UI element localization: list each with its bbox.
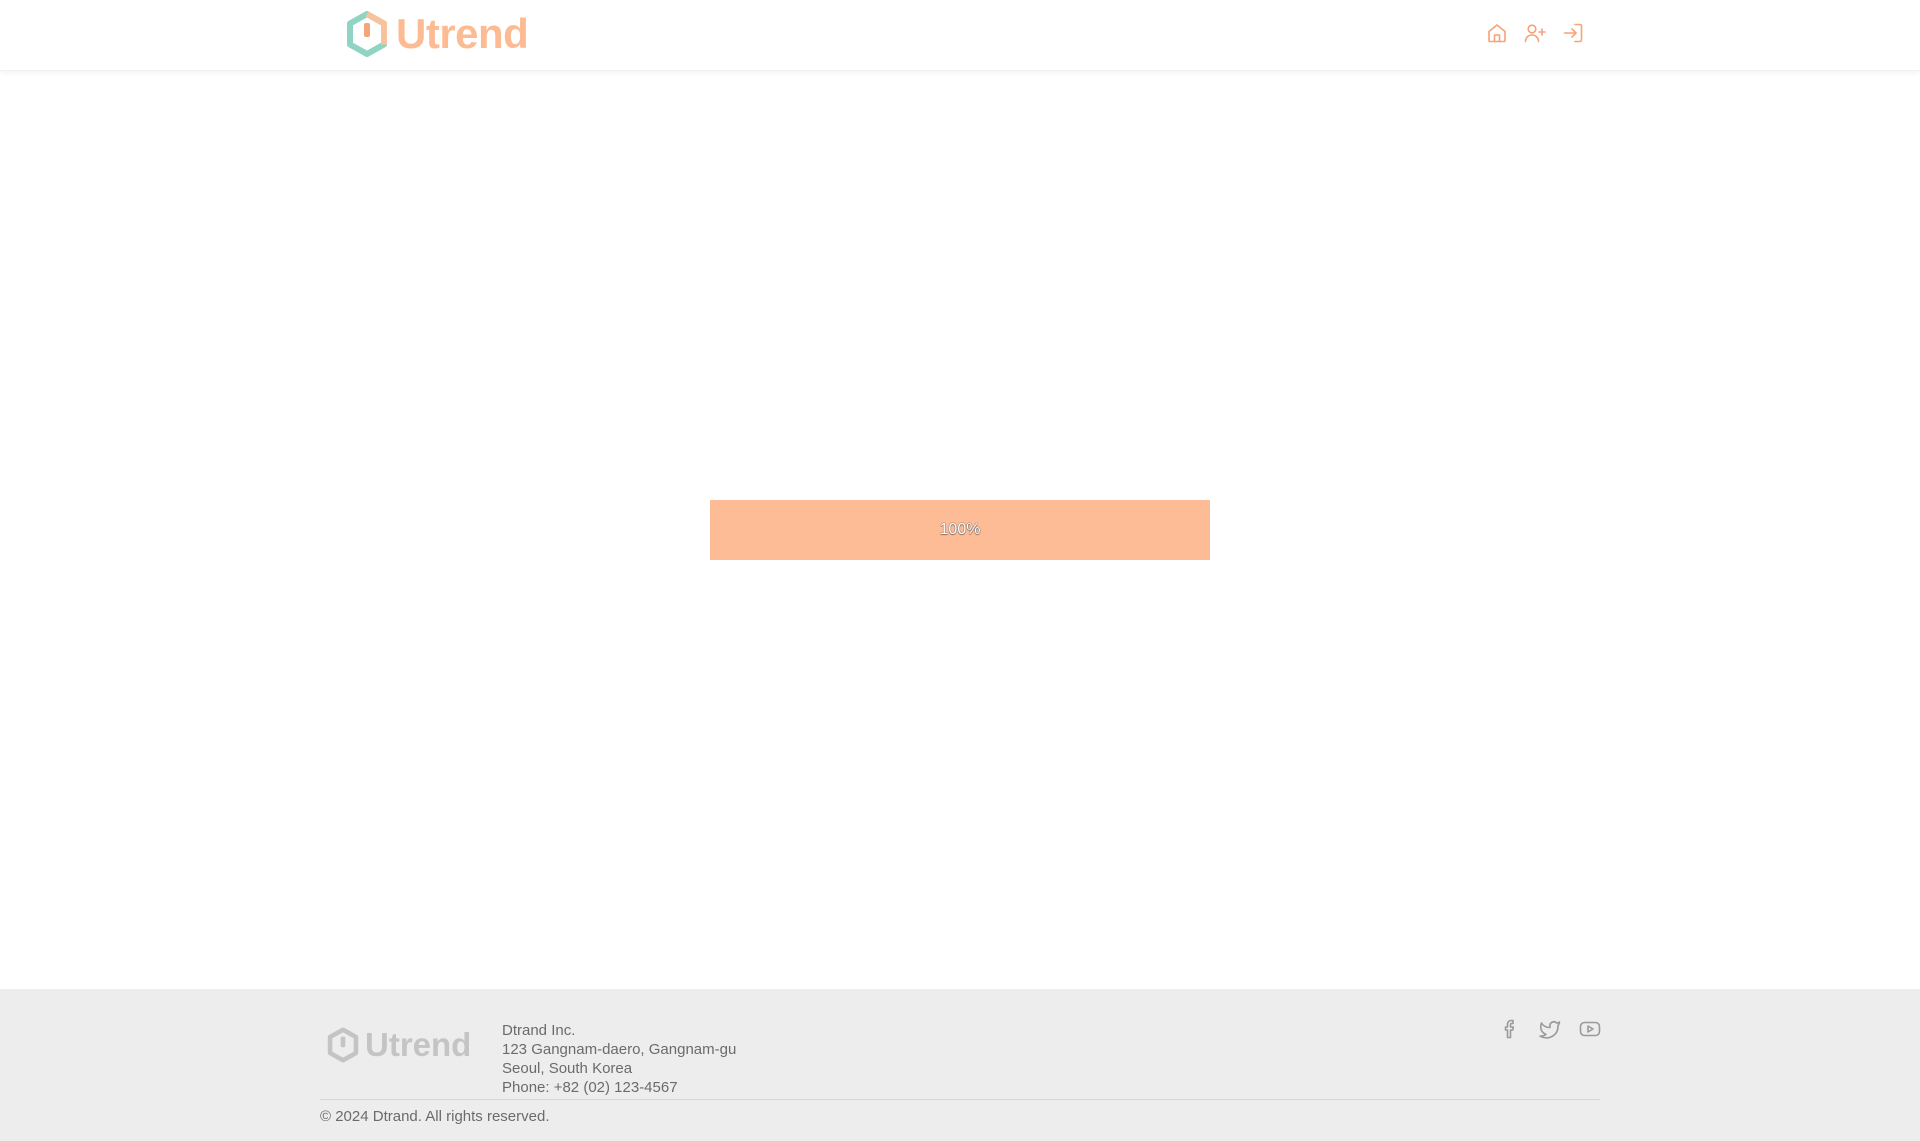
header-nav <box>1484 20 1586 46</box>
social-links <box>1496 1015 1604 1043</box>
footer-logo: Utrend <box>327 1027 471 1063</box>
hexagon-logo-icon <box>347 11 387 57</box>
site-header: Utrend <box>0 0 1920 71</box>
company-address-line1: 123 Gangnam-daero, Gangnam-gu <box>502 1041 737 1058</box>
youtube-icon[interactable] <box>1576 1015 1604 1043</box>
copyright-text: © 2024 Dtrand. All rights reserved. <box>320 1108 550 1125</box>
twitter-icon[interactable] <box>1536 1015 1564 1043</box>
hexagon-logo-icon <box>327 1027 359 1063</box>
footer-brand-name: Utrend <box>365 1026 472 1063</box>
home-icon[interactable] <box>1484 20 1510 46</box>
progress-label: 100% <box>939 521 981 538</box>
progress-bar: 100% <box>710 500 1210 560</box>
user-plus-icon[interactable] <box>1522 20 1548 46</box>
company-name: Dtrand Inc. <box>502 1022 576 1039</box>
company-phone: Phone: +82 (02) 123-4567 <box>502 1079 678 1096</box>
company-info: Dtrand Inc. 123 Gangnam-daero, Gangnam-g… <box>502 1021 736 1097</box>
brand-name: Utrend <box>396 10 529 57</box>
brand-logo-link[interactable]: Utrend <box>346 10 529 58</box>
site-footer: Utrend Dtrand Inc. 123 Gangnam-daero, Ga… <box>0 989 1920 1141</box>
footer-divider <box>320 1099 1600 1100</box>
facebook-icon[interactable] <box>1496 1015 1524 1043</box>
company-address-line2: Seoul, South Korea <box>502 1060 633 1077</box>
log-in-icon[interactable] <box>1560 20 1586 46</box>
